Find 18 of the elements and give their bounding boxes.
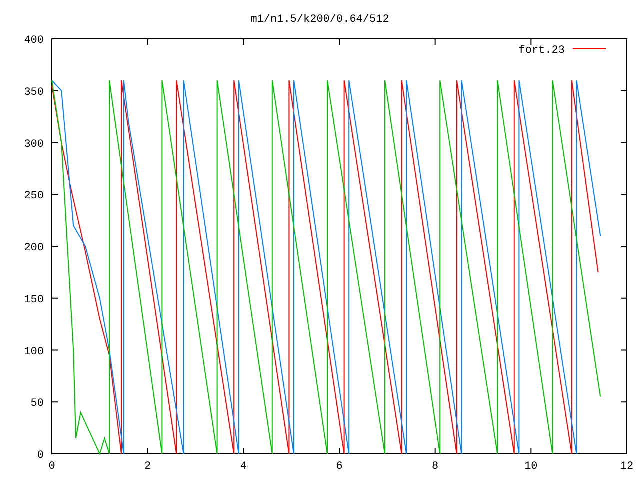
y-tick-label: 50: [30, 398, 44, 410]
x-tick-label: 4: [240, 461, 247, 473]
x-tick-label: 6: [336, 461, 343, 473]
x-tick-label: 2: [144, 461, 152, 473]
y-tick-label: 0: [37, 450, 44, 462]
y-tick-label: 150: [24, 294, 44, 306]
y-tick-label: 100: [24, 346, 44, 358]
y-tick-label: 350: [24, 86, 44, 99]
y-tick-label: 300: [24, 138, 44, 151]
y-tick-label: 250: [24, 190, 44, 203]
x-tick-label: 0: [48, 461, 56, 473]
x-tick-label: 12: [620, 461, 634, 473]
y-tick-label: 200: [24, 242, 44, 254]
x-tick-label: 10: [524, 461, 538, 473]
chart-title: m1/n1.5/k200/0.64/512: [250, 14, 390, 26]
legend-label: fort.23: [518, 45, 565, 57]
y-tick-label: 400: [24, 35, 44, 47]
x-tick-label: 8: [432, 461, 439, 473]
